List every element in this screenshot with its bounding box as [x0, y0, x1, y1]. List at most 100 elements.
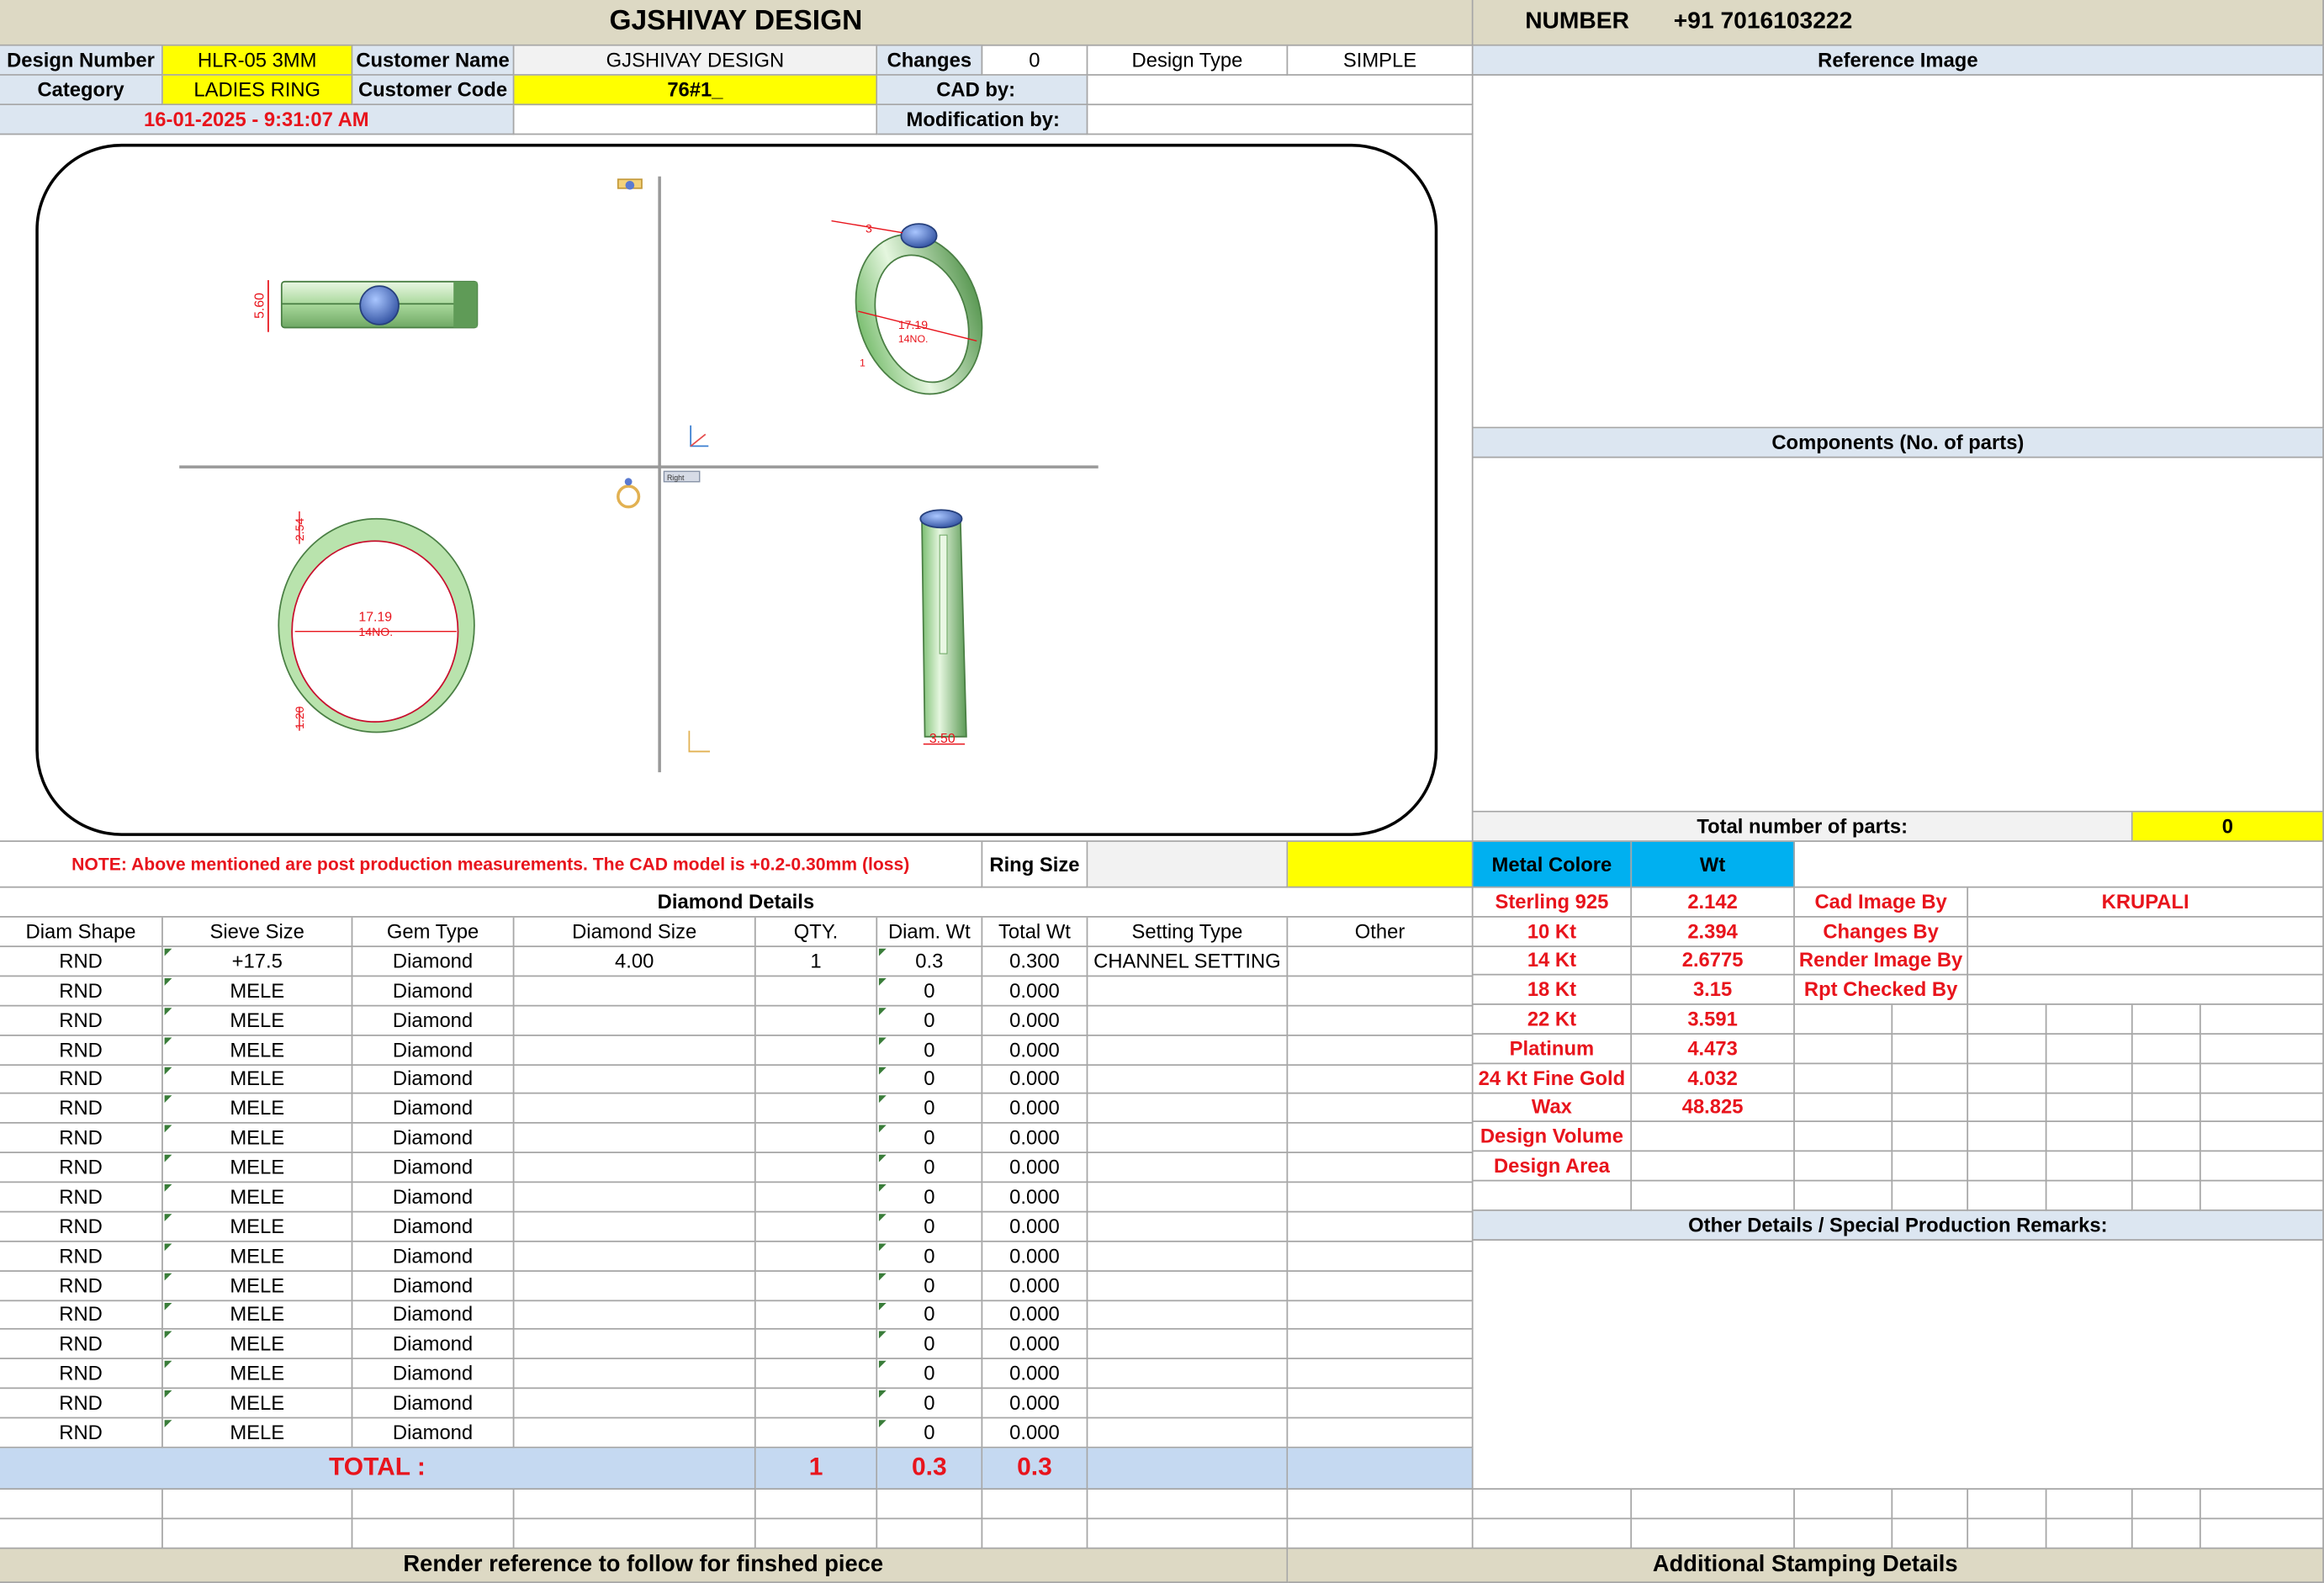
remarks-area[interactable]: [1473, 1240, 2324, 1490]
table-cell-qty[interactable]: [755, 1183, 878, 1213]
table-cell-sieve-size[interactable]: MELE: [162, 1389, 353, 1419]
grid-cell[interactable]: [1893, 1005, 1969, 1035]
table-cell-sieve-size[interactable]: MELE: [162, 1006, 353, 1036]
table-cell-qty[interactable]: [755, 1094, 878, 1125]
table-cell-setting-type[interactable]: [1088, 1212, 1289, 1242]
table-cell-qty[interactable]: [755, 1035, 878, 1066]
table-cell-other[interactable]: [1288, 1389, 1474, 1419]
table-cell-qty[interactable]: [755, 1153, 878, 1183]
table-cell-other[interactable]: [1288, 1418, 1474, 1448]
table-cell-gem-type[interactable]: Diamond: [352, 1094, 515, 1125]
grid-cell[interactable]: [1794, 1035, 1893, 1064]
metal-wt[interactable]: [1632, 1152, 1795, 1182]
table-cell-gem-type[interactable]: Diamond: [352, 977, 515, 1007]
blank-cell[interactable]: [1632, 1519, 1795, 1549]
table-cell-sieve-size[interactable]: MELE: [162, 1153, 353, 1183]
credit-value[interactable]: [1968, 976, 2324, 1006]
table-cell-sieve-size[interactable]: MELE: [162, 1212, 353, 1242]
metal-wt[interactable]: 4.473: [1632, 1035, 1795, 1064]
blank-cell[interactable]: [2046, 1519, 2133, 1549]
table-cell-gem-type[interactable]: Diamond: [352, 1359, 515, 1390]
grid-cell[interactable]: [1893, 1122, 1969, 1152]
blank-cell[interactable]: [1794, 1519, 1893, 1549]
blank-cell[interactable]: [1893, 1490, 1969, 1520]
table-cell-diam-wt[interactable]: 0: [877, 977, 983, 1007]
table-cell-sieve-size[interactable]: MELE: [162, 1183, 353, 1213]
table-cell-total-wt[interactable]: 0.000: [982, 1094, 1088, 1125]
table-cell-diamond-size[interactable]: [514, 1153, 756, 1183]
table-cell-diamond-size[interactable]: [514, 1330, 756, 1360]
table-cell-diamond-size[interactable]: [514, 1035, 756, 1066]
table-cell-total-wt[interactable]: 0.000: [982, 1212, 1088, 1242]
grid-cell[interactable]: [1794, 1181, 1893, 1211]
table-cell-diam-shape[interactable]: RND: [0, 1359, 163, 1390]
credit-value[interactable]: [1968, 946, 2324, 977]
table-cell-setting-type[interactable]: [1088, 1330, 1289, 1360]
table-cell-setting-type[interactable]: [1088, 1389, 1289, 1419]
table-cell-sieve-size[interactable]: MELE: [162, 1330, 353, 1360]
grid-cell[interactable]: [1893, 1035, 1969, 1064]
table-cell-diam-wt[interactable]: 0: [877, 1006, 983, 1036]
blank-cell[interactable]: [1893, 1519, 1969, 1549]
blank-cell[interactable]: [1288, 1490, 1474, 1520]
table-cell-gem-type[interactable]: Diamond: [352, 1065, 515, 1095]
table-cell-other[interactable]: [1288, 1153, 1474, 1183]
grid-cell[interactable]: [1968, 1063, 2047, 1093]
table-cell-total-wt[interactable]: 0.000: [982, 1065, 1088, 1095]
grid-cell[interactable]: [2046, 1035, 2133, 1064]
table-cell-diam-wt[interactable]: 0: [877, 1153, 983, 1183]
blank-cell[interactable]: [1968, 1490, 2047, 1520]
table-cell-diam-shape[interactable]: RND: [0, 1006, 163, 1036]
table-cell-diam-shape[interactable]: RND: [0, 1212, 163, 1242]
table-cell-qty[interactable]: [755, 1389, 878, 1419]
total-parts-value[interactable]: 0: [2132, 812, 2324, 842]
table-cell-other[interactable]: [1288, 1271, 1474, 1301]
table-cell-sieve-size[interactable]: MELE: [162, 1359, 353, 1390]
table-cell-diam-shape[interactable]: RND: [0, 1330, 163, 1360]
table-cell-diam-wt[interactable]: 0.3: [877, 947, 983, 977]
metal-wt[interactable]: 3.15: [1632, 976, 1795, 1006]
table-cell-diam-shape[interactable]: RND: [0, 1271, 163, 1301]
table-cell-total-wt[interactable]: 0.000: [982, 1124, 1088, 1154]
table-cell-diamond-size[interactable]: [514, 1006, 756, 1036]
table-cell-other[interactable]: [1288, 1183, 1474, 1213]
customer-code-value[interactable]: 76#1_: [514, 75, 878, 106]
blank-cell[interactable]: [0, 1519, 163, 1549]
table-cell-diam-wt[interactable]: 0: [877, 1065, 983, 1095]
table-cell-qty[interactable]: [755, 1124, 878, 1154]
grid-cell[interactable]: [2200, 1152, 2324, 1182]
blank-cell[interactable]: [2200, 1519, 2324, 1549]
table-cell-diam-shape[interactable]: RND: [0, 947, 163, 977]
blank-cell[interactable]: [2132, 1490, 2201, 1520]
design-number-value[interactable]: HLR-05 3MM: [162, 45, 353, 76]
grid-cell[interactable]: [2132, 1093, 2201, 1123]
table-cell-qty[interactable]: [755, 1065, 878, 1095]
table-cell-gem-type[interactable]: Diamond: [352, 1035, 515, 1066]
table-cell-other[interactable]: [1288, 1006, 1474, 1036]
table-cell-total-wt[interactable]: 0.000: [982, 1330, 1088, 1360]
table-cell-total-wt[interactable]: 0.000: [982, 1418, 1088, 1448]
grid-cell[interactable]: [1968, 1152, 2047, 1182]
metal-wt[interactable]: 3.591: [1632, 1005, 1795, 1035]
metal-wt[interactable]: 2.394: [1632, 917, 1795, 947]
grid-cell[interactable]: [1893, 1181, 1969, 1211]
blank-cell[interactable]: [352, 1519, 515, 1549]
table-cell-gem-type[interactable]: Diamond: [352, 1389, 515, 1419]
metal-wt[interactable]: 4.032: [1632, 1063, 1795, 1093]
table-cell-total-wt[interactable]: 0.000: [982, 1183, 1088, 1213]
table-cell-setting-type[interactable]: [1088, 1359, 1289, 1390]
grid-cell[interactable]: [1632, 1181, 1795, 1211]
table-cell-qty[interactable]: [755, 1006, 878, 1036]
table-cell-total-wt[interactable]: 0.000: [982, 1271, 1088, 1301]
table-cell-other[interactable]: [1288, 1242, 1474, 1272]
blank-cell[interactable]: [162, 1519, 353, 1549]
table-cell-setting-type[interactable]: [1088, 1300, 1289, 1331]
blank-cell[interactable]: [1088, 1490, 1289, 1520]
table-cell-diamond-size[interactable]: [514, 1300, 756, 1331]
table-cell-setting-type[interactable]: [1088, 1124, 1289, 1154]
components-area[interactable]: [1473, 458, 2324, 813]
table-cell-qty[interactable]: [755, 1359, 878, 1390]
table-cell-diamond-size[interactable]: [514, 1389, 756, 1419]
grid-cell[interactable]: [2132, 1035, 2201, 1064]
table-cell-qty[interactable]: [755, 1300, 878, 1331]
